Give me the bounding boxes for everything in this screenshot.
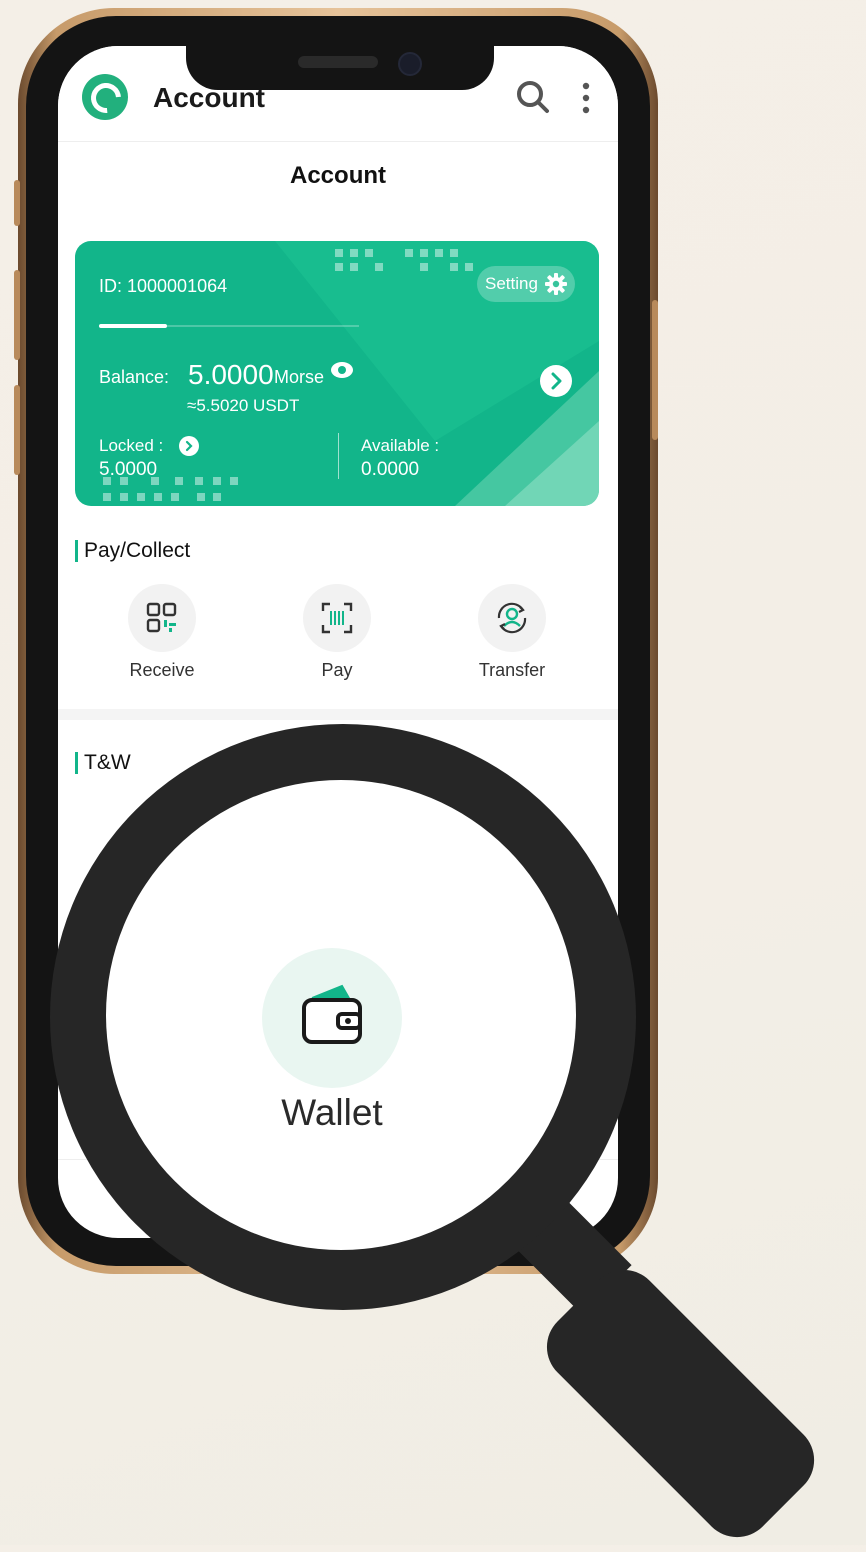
section-marker [75, 540, 78, 562]
mute-switch [14, 180, 20, 226]
wallet-icon-circle[interactable] [262, 948, 402, 1088]
transfer-icon-circle [478, 584, 546, 652]
account-card: ID: 1000001064 Setting Balance: 5.0000 M… [75, 241, 599, 506]
setting-label: Setting [485, 274, 538, 293]
balance-label: Balance: [99, 367, 170, 387]
volume-up-button [14, 270, 20, 360]
locked-info-icon[interactable] [179, 436, 199, 456]
card-detail-arrow[interactable] [540, 365, 572, 397]
available-label: Available : [361, 436, 440, 455]
transfer-label: Transfer [478, 660, 546, 680]
pay-label: Pay [321, 660, 353, 680]
level-progress-track [99, 324, 359, 328]
pay-action[interactable]: Pay [277, 584, 397, 681]
section-marker [75, 752, 78, 774]
volume-down-button [14, 385, 20, 475]
account-id: ID: 1000001064 [99, 276, 228, 296]
phone-notch [186, 46, 494, 90]
balance-unit: Morse [274, 367, 325, 387]
barcode-scan-icon [321, 602, 353, 634]
transfer-user-icon [497, 602, 527, 634]
pay-collect-title: Pay/Collect [84, 539, 191, 562]
level-progress-fill [99, 324, 167, 328]
balance-usdt: ≈5.5020 USDT [187, 396, 300, 415]
qr-code-icon [146, 602, 177, 633]
tw-title: T&W [84, 751, 131, 774]
speaker-grille [298, 56, 378, 68]
balance-value: 5.0000 [188, 359, 274, 390]
pay-icon-circle [303, 584, 371, 652]
power-button [652, 300, 658, 440]
locked-value: 5.0000 [99, 459, 158, 480]
receive-action[interactable]: Receive [102, 584, 222, 681]
page-title: Account [290, 162, 386, 189]
gear-icon [545, 273, 567, 295]
card-divider [338, 433, 339, 479]
receive-icon-circle [128, 584, 196, 652]
eye-icon[interactable] [330, 360, 354, 380]
wallet-label: Wallet [281, 1092, 383, 1133]
locked-label: Locked : [99, 436, 164, 455]
available-value: 0.0000 [361, 459, 420, 480]
chevron-right-icon [551, 372, 562, 390]
magnifier-lens: Wallet [106, 780, 576, 1250]
front-camera [398, 52, 422, 76]
section-separator [58, 709, 618, 720]
logo-icon [82, 74, 128, 120]
search-icon[interactable] [516, 80, 550, 114]
wallet-icon [302, 984, 362, 1044]
setting-button[interactable]: Setting [477, 266, 575, 302]
more-vertical-icon[interactable] [578, 82, 594, 114]
chevron-right-small-icon [185, 440, 193, 452]
transfer-action[interactable]: Transfer [452, 584, 572, 681]
receive-label: Receive [129, 660, 195, 680]
